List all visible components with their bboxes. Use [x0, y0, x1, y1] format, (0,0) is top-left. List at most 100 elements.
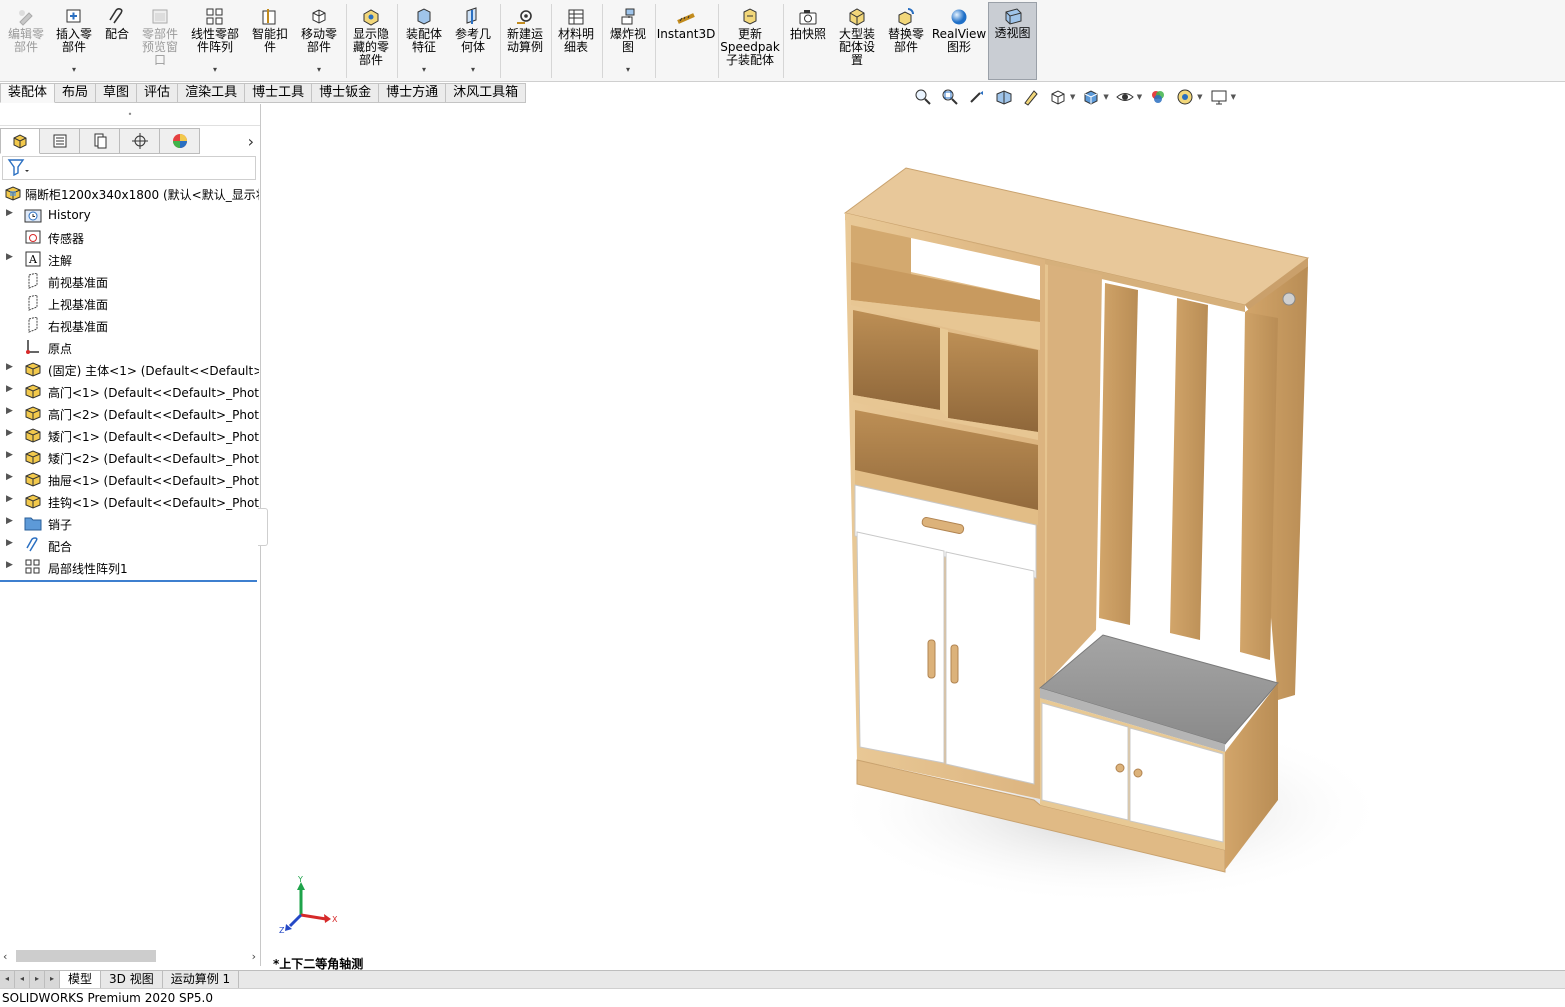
tree-item[interactable]: ▶ A 注解: [0, 248, 259, 270]
linear-pattern-button[interactable]: 线性零部 件阵列 ▾: [187, 4, 243, 80]
move-component-button[interactable]: 移动零 部件 ▾: [296, 4, 342, 80]
expand-arrow-icon[interactable]: ▶: [6, 208, 13, 218]
expand-arrow-icon[interactable]: ▶: [6, 450, 13, 460]
property-manager-tab[interactable]: [40, 128, 80, 154]
tab-boshi-tube[interactable]: 博士方通: [379, 83, 447, 103]
mate-button[interactable]: 配合: [100, 4, 134, 80]
show-hidden-icon: [360, 7, 382, 27]
tab-mufeng-toolbox[interactable]: 沐风工具箱: [446, 83, 527, 103]
tree-item[interactable]: ▶ 高门<1> (Default<<Default>_PhotoV: [0, 380, 259, 402]
scroll-right-icon[interactable]: ›: [252, 950, 256, 963]
expand-arrow-icon[interactable]: ▶: [6, 384, 13, 394]
tree-item[interactable]: ▶ 抽屉<1> (Default<<Default>_PhotoV: [0, 468, 259, 490]
tree-item[interactable]: ▶ 销子: [0, 512, 259, 534]
tree-item[interactable]: ▶ 挂钩<1> (Default<<Default>_PhotoV: [0, 490, 259, 512]
expand-arrow-icon[interactable]: ▶: [6, 494, 13, 504]
rollback-bar[interactable]: [0, 580, 257, 582]
tab-sketch[interactable]: 草图: [96, 83, 138, 103]
large-assembly-button[interactable]: 大型装 配体设 置: [834, 4, 880, 80]
tab-model[interactable]: 模型: [60, 971, 102, 988]
assembly-features-button[interactable]: 装配体 特征 ▾: [401, 4, 447, 80]
bill-of-materials-button[interactable]: 材料明 细表: [554, 4, 598, 80]
tab-layout[interactable]: 布局: [55, 83, 97, 103]
graphics-area[interactable]: Y X Z: [262, 104, 1565, 970]
insert-components-button[interactable]: 插入零 部件 ▾: [52, 4, 96, 80]
expand-arrow-icon[interactable]: ▶: [6, 516, 13, 526]
feature-manager-tab[interactable]: [0, 128, 40, 154]
chevron-down-icon[interactable]: ▾: [422, 65, 426, 74]
tab-3d-views[interactable]: 3D 视图: [101, 971, 163, 988]
nav-prev-icon[interactable]: ◂: [15, 971, 30, 988]
chevron-right-icon[interactable]: ›: [248, 132, 254, 151]
expand-arrow-icon[interactable]: ▶: [6, 362, 13, 372]
smart-fasteners-button[interactable]: 智能扣 件: [248, 4, 292, 80]
display-manager-tab[interactable]: [160, 128, 200, 154]
replace-components-button[interactable]: 替换零 部件: [883, 4, 929, 80]
configuration-manager-tab[interactable]: [80, 128, 120, 154]
reference-geometry-button[interactable]: 参考几 何体 ▾: [450, 4, 496, 80]
tab-motion-study[interactable]: 运动算例 1: [163, 971, 240, 988]
nav-last-icon[interactable]: ▸: [45, 971, 60, 988]
expand-arrow-icon[interactable]: ▶: [6, 538, 13, 548]
chevron-down-icon[interactable]: ▼: [1070, 93, 1075, 101]
nav-next-icon[interactable]: ▸: [30, 971, 45, 988]
expand-arrow-icon[interactable]: ▶: [6, 472, 13, 482]
tab-boshi-tools[interactable]: 博士工具: [245, 83, 313, 103]
door-handle-left: [927, 639, 936, 679]
tree-item[interactable]: ▶ 矮门<2> (Default<<Default>_PhotoV: [0, 446, 259, 468]
tree-item[interactable]: 右视基准面: [0, 314, 259, 336]
nav-first-icon[interactable]: ◂: [0, 971, 15, 988]
scroll-thumb[interactable]: [16, 950, 156, 962]
tall-door-right[interactable]: [945, 551, 1035, 785]
perspective-button[interactable]: 透视图: [988, 2, 1037, 80]
tree-item[interactable]: ▶ 矮门<1> (Default<<Default>_PhotoV: [0, 424, 259, 446]
tree-item[interactable]: ▶ 局部线性阵列1: [0, 556, 259, 578]
chevron-down-icon[interactable]: ▼: [1197, 93, 1202, 101]
tab-assembly[interactable]: 装配体: [0, 83, 56, 103]
realview-button[interactable]: RealView 图形: [932, 4, 986, 80]
cabinet-model[interactable]: Y X Z: [262, 104, 1565, 970]
chevron-down-icon[interactable]: ▼: [1231, 93, 1236, 101]
tree-item[interactable]: ▶ 配合: [0, 534, 259, 556]
tree-item[interactable]: 前视基准面: [0, 270, 259, 292]
tree-item-label: 高门<1> (Default<<Default>_PhotoV: [48, 386, 259, 400]
instant3d-button[interactable]: Instant3D: [657, 4, 715, 80]
chevron-down-icon[interactable]: ▾: [471, 65, 475, 74]
component-preview-button[interactable]: 零部件 预览窗 口: [138, 4, 182, 80]
tree-item[interactable]: ▶ History: [0, 204, 259, 226]
chevron-down-icon[interactable]: ▾: [626, 65, 630, 74]
chevron-down-icon[interactable]: ▾: [317, 65, 321, 74]
update-speedpak-button[interactable]: 更新 Speedpak 子装配体: [720, 4, 780, 80]
tree-item[interactable]: ▶ 高门<2> (Default<<Default>_PhotoV: [0, 402, 259, 424]
expand-arrow-icon[interactable]: ▶: [6, 252, 13, 262]
tree-item[interactable]: ▶ (固定) 主体<1> (Default<<Default>_P: [0, 358, 259, 380]
scroll-left-icon[interactable]: ‹: [3, 950, 7, 963]
chevron-down-icon[interactable]: ▾: [213, 65, 217, 74]
new-motion-study-button[interactable]: 新建运 动算例: [503, 4, 547, 80]
tree-item[interactable]: 上视基准面: [0, 292, 259, 314]
tab-boshi-sheetmetal[interactable]: 博士钣金: [312, 83, 380, 103]
center-column-side: [1040, 263, 1102, 690]
chevron-down-icon[interactable]: ▼: [1103, 93, 1108, 101]
chevron-down-icon[interactable]: ▼: [1137, 93, 1142, 101]
tree-item[interactable]: 传感器: [0, 226, 259, 248]
tree-item[interactable]: 原点: [0, 336, 259, 358]
expand-arrow-icon[interactable]: ▶: [6, 428, 13, 438]
chevron-down-icon[interactable]: ▾: [72, 65, 76, 74]
filter-funnel-icon[interactable]: [7, 158, 29, 179]
tree-filter-bar[interactable]: [2, 156, 256, 180]
show-hidden-button[interactable]: 显示隐 藏的零 部件: [349, 4, 393, 80]
expand-arrow-icon[interactable]: ▶: [6, 560, 13, 570]
edit-component-button[interactable]: 编辑零 部件: [4, 4, 48, 80]
tree-root-assembly[interactable]: 隔断柜1200x340x1800 (默认<默认_显示状: [0, 182, 259, 204]
take-snapshot-button[interactable]: 拍快照: [786, 4, 830, 80]
exploded-view-button[interactable]: 爆炸视 图 ▾: [605, 4, 651, 80]
pane-grip[interactable]: •: [0, 104, 260, 126]
tab-evaluate[interactable]: 评估: [137, 83, 179, 103]
tab-render-tools[interactable]: 渲染工具: [178, 83, 246, 103]
insert-component-icon: [63, 7, 85, 27]
dimxpert-manager-tab[interactable]: [120, 128, 160, 154]
expand-arrow-icon[interactable]: ▶: [6, 406, 13, 416]
svg-text:Y: Y: [297, 875, 303, 884]
horizontal-scrollbar[interactable]: ‹ ›: [0, 948, 259, 964]
